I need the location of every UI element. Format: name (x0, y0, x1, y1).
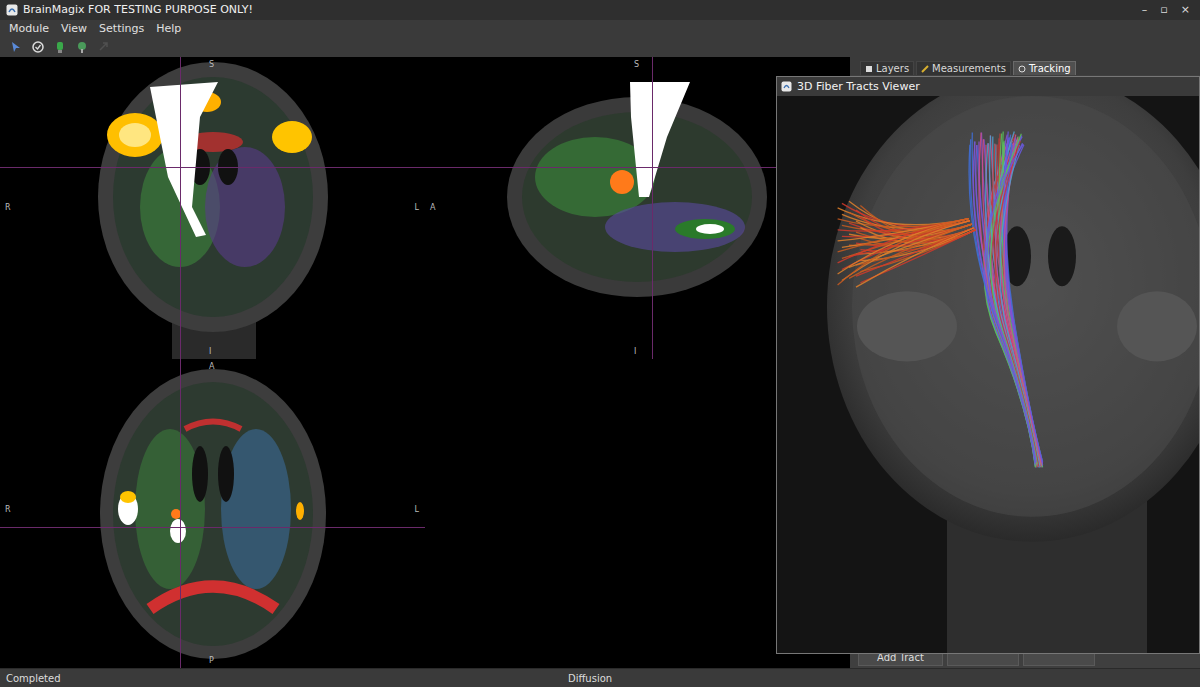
export-icon (97, 40, 111, 54)
tab-strip: Layers Measurements Tracking (850, 57, 1200, 75)
app-logo-icon (6, 4, 18, 16)
viewer-title-bar[interactable]: 3D Fiber Tracts Viewer (777, 77, 1199, 96)
slice-view[interactable]: S R L I (0, 57, 425, 359)
viewer-title: 3D Fiber Tracts Viewer (797, 80, 920, 93)
panel-tab[interactable]: Measurements (916, 61, 1011, 75)
crosshair-horizontal[interactable] (0, 167, 425, 168)
toolbar-button[interactable] (30, 39, 46, 55)
orientation-label: A (209, 362, 214, 371)
viewer-icon (781, 81, 792, 92)
window-control[interactable]: – (1138, 3, 1152, 16)
tab-icon (921, 65, 929, 73)
toolbar-button[interactable] (52, 39, 68, 55)
tract-icon (75, 40, 89, 54)
panel-tab[interactable]: Tracking (1013, 61, 1076, 75)
menu-item[interactable]: Help (150, 22, 187, 35)
toolbar-button[interactable] (96, 39, 112, 55)
toolbar-button[interactable] (8, 39, 24, 55)
panel-tab[interactable]: Layers (860, 61, 914, 75)
orientation-label: I (634, 347, 636, 356)
app-window: BrainMagix FOR TESTING PURPOSE ONLY! –▫ × M… (0, 0, 1200, 687)
crosshair-vertical[interactable] (652, 57, 653, 359)
orientation-label: S (634, 60, 639, 69)
orientation-label: P (209, 656, 214, 665)
crosshair-vertical[interactable] (180, 359, 181, 668)
slice-view[interactable]: A R L P (0, 359, 425, 668)
orientation-label: A (430, 203, 435, 212)
check-circle-icon (31, 40, 45, 54)
module-status: Diffusion (568, 673, 612, 684)
menu-item[interactable]: View (55, 22, 93, 35)
window-control[interactable]: × (1177, 3, 1194, 16)
window-title: BrainMagix FOR TESTING PURPOSE ONLY! (23, 3, 253, 16)
slice-viewer: SRLISAIARLP (0, 57, 850, 668)
window-control[interactable]: ▫ (1156, 3, 1171, 16)
orientation-label: R (5, 505, 11, 514)
cursor-icon (9, 40, 23, 54)
toolbar (0, 37, 1200, 58)
fiber-viewer-window[interactable]: 3D Fiber Tracts Viewer (776, 76, 1200, 654)
coronal-slice-image (0, 57, 425, 359)
menu-bar: ModuleViewSettingsHelp (0, 20, 1200, 37)
orientation-label: L (415, 505, 419, 514)
menu-item[interactable]: Module (3, 22, 55, 35)
tab-icon (865, 65, 873, 73)
fiber-tracts-image (777, 96, 1199, 653)
status-text: Completed (6, 673, 61, 684)
orientation-label: S (209, 60, 214, 69)
orientation-label: I (209, 347, 211, 356)
workspace: SRLISAIARLP Layers Measurements Tracking… (0, 57, 1200, 668)
3d-view[interactable] (777, 96, 1199, 653)
orientation-label: R (5, 203, 11, 212)
crosshair-vertical[interactable] (180, 57, 181, 359)
menu-item[interactable]: Settings (93, 22, 150, 35)
status-bar: Completed Diffusion (0, 668, 1200, 687)
title-bar: BrainMagix FOR TESTING PURPOSE ONLY! –▫ × (0, 0, 1200, 20)
orientation-label: L (415, 203, 419, 212)
tab-icon (1018, 65, 1026, 73)
toolbar-button[interactable] (74, 39, 90, 55)
crosshair-horizontal[interactable] (0, 527, 425, 528)
brain-green-icon (53, 40, 67, 54)
axial-slice-image (0, 359, 425, 668)
